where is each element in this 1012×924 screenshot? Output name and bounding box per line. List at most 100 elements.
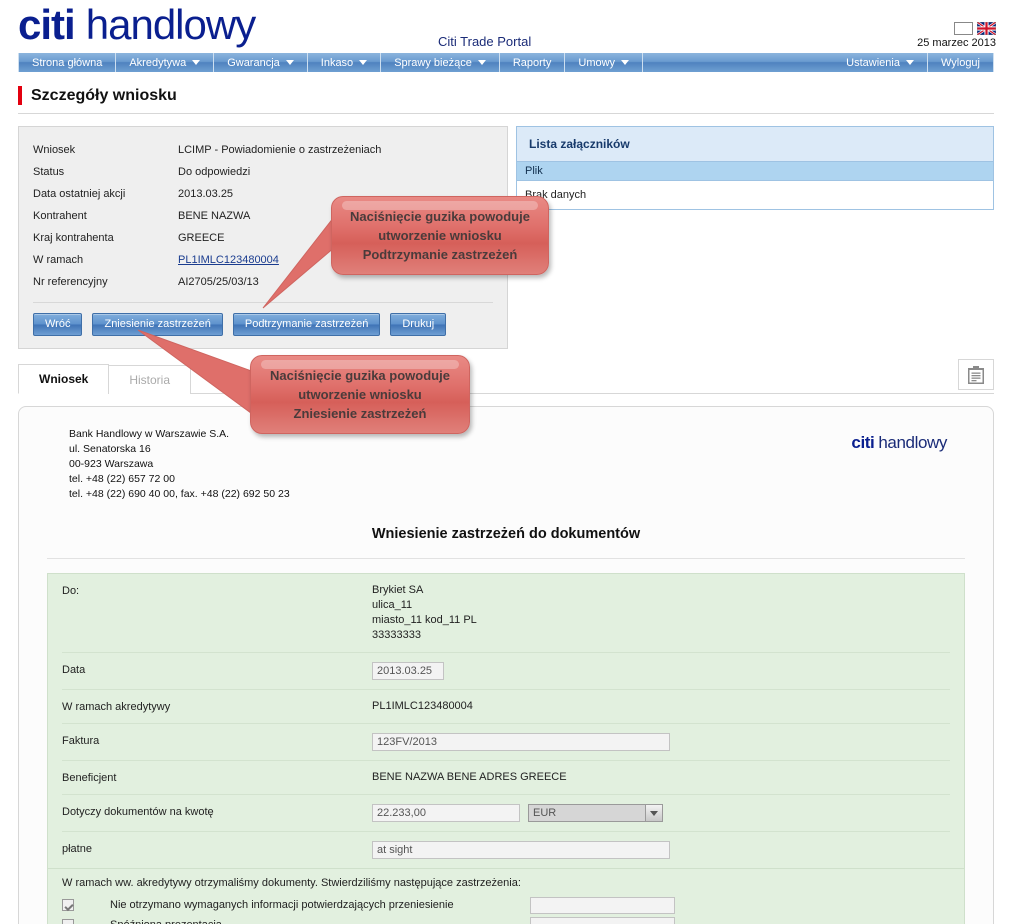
recipient-line: 33333333: [372, 629, 421, 641]
field-row-beneficiary: Beneficjent BENE NAZWA BENE ADRES GREECE: [62, 761, 950, 795]
discrepancy-input[interactable]: [530, 916, 675, 924]
detail-value-status: Do odpowiedzi: [178, 166, 251, 178]
document-logo: citi handlowy: [851, 427, 965, 453]
portal-title: Citi Trade Portal: [438, 34, 532, 49]
current-date: 25 marzec 2013: [917, 37, 996, 49]
nav-item-wyloguj[interactable]: Wyloguj: [928, 53, 994, 72]
nav-label: Gwarancja: [227, 56, 280, 69]
bank-address-line: tel. +48 (22) 657 72 00: [69, 473, 175, 485]
chevron-down-icon: [359, 60, 368, 65]
detail-value: 2013.03.25: [178, 188, 234, 200]
discrepancy-row: Nie otrzymano wymaganych informacji potw…: [62, 895, 950, 915]
field-label: płatne: [62, 843, 92, 855]
clipboard-button[interactable]: [958, 359, 994, 390]
document-title: Wniesienie zastrzeżeń do dokumentów: [47, 526, 965, 559]
citi-wordmark: citi: [851, 433, 875, 452]
handlowy-wordmark: handlowy: [85, 1, 256, 48]
discrepancy-checkbox[interactable]: [62, 899, 74, 911]
field-row-data: Data 2013.03.25: [62, 653, 950, 690]
nav-label: Umowy: [578, 56, 616, 69]
detail-row: Status Do odpowiedzi: [33, 161, 493, 183]
date-input[interactable]: 2013.03.25: [372, 662, 444, 680]
bank-address-line: 00-923 Warszawa: [69, 458, 154, 470]
detail-label: Data ostatniej akcji: [33, 188, 126, 200]
discrepancies-section: W ramach ww. akredytywy otrzymaliśmy dok…: [47, 869, 965, 924]
bank-address-line: tel. +48 (22) 690 40 00, fax. +48 (22) 6…: [69, 488, 290, 500]
flag-uk-icon[interactable]: [976, 20, 997, 37]
title-accent-bar: [18, 86, 22, 105]
currency-select[interactable]: EUR: [528, 804, 663, 822]
nav-item-strona-glowna[interactable]: Strona główna: [18, 53, 117, 72]
field-label: Do:: [62, 585, 80, 597]
detail-label: Nr referencyjny: [33, 276, 108, 288]
chevron-down-icon: [192, 60, 201, 65]
nav-item-ustawienia[interactable]: Ustawienia: [833, 53, 928, 72]
field-value-lc: PL1IMLC123480004: [372, 700, 473, 712]
discrepancies-intro: W ramach ww. akredytywy otrzymaliśmy dok…: [62, 877, 521, 889]
chevron-down-icon: [477, 60, 486, 65]
field-row-invoice: Faktura 123FV/2013: [62, 724, 950, 761]
flag-poland-icon[interactable]: [954, 22, 973, 35]
back-button[interactable]: Wróć: [33, 313, 83, 336]
field-label: Data: [62, 664, 86, 676]
detail-label: Kraj kontrahenta: [33, 232, 114, 244]
callout-uphold: Naciśnięcie guzika powoduje utworzenie w…: [331, 196, 549, 275]
chevron-down-icon: [905, 60, 914, 65]
field-row-lc: W ramach akredytywy PL1IMLC123480004: [62, 690, 950, 724]
page-title: Szczegóły wniosku: [31, 86, 177, 104]
main-navigation: Strona główna Akredytywa Gwarancja Inkas…: [18, 53, 994, 72]
handlowy-wordmark: handlowy: [878, 433, 947, 452]
detail-value: AI2705/25/03/13: [178, 276, 259, 288]
recipient-line: Brykiet SA: [372, 584, 424, 596]
nav-item-raporty[interactable]: Raporty: [500, 53, 566, 72]
field-label: Faktura: [62, 735, 100, 747]
invoice-input[interactable]: 123FV/2013: [372, 733, 670, 751]
discrepancy-input[interactable]: [530, 896, 675, 914]
detail-value: GREECE: [178, 232, 225, 244]
detail-label: Status: [33, 166, 65, 178]
nav-label: Wyloguj: [940, 56, 980, 69]
nav-item-gwarancja[interactable]: Gwarancja: [214, 53, 308, 72]
nav-label: Akredytywa: [129, 56, 187, 69]
detail-value: LCIMP - Powiadomienie o zastrzeżeniach: [178, 144, 382, 156]
nav-label: Raporty: [512, 56, 552, 69]
chevron-down-icon: [621, 60, 630, 65]
citi-handlowy-logo: citi handlowy: [18, 1, 256, 48]
clipboard-icon: [968, 365, 984, 384]
nav-item-sprawy-biezace[interactable]: Sprawy bieżące: [381, 53, 500, 72]
nav-item-akredytywa[interactable]: Akredytywa: [116, 53, 215, 72]
nav-item-inkaso[interactable]: Inkaso: [308, 53, 382, 72]
chevron-down-icon: [285, 60, 294, 65]
page-header: citi handlowy Citi Trade Portal 25 marze…: [0, 0, 1012, 53]
nav-item-umowy[interactable]: Umowy: [565, 53, 644, 72]
detail-label: Wniosek: [33, 144, 76, 156]
discrepancy-label: Nie otrzymano wymaganych informacji potw…: [110, 899, 454, 911]
field-label: W ramach akredytywy: [62, 701, 171, 713]
discrepancy-row: Spóźniona prezentacja: [62, 915, 950, 924]
print-button[interactable]: Drukuj: [390, 313, 447, 336]
language-flags: [954, 20, 997, 37]
field-row-payable: płatne at sight: [62, 832, 950, 868]
attachments-title: Lista załączników: [517, 127, 993, 162]
citi-wordmark: citi: [18, 1, 76, 48]
currency-select-arrow[interactable]: [646, 804, 663, 822]
field-value-recipient: Brykiet SA ulica_11 miasto_11 kod_11 PL …: [372, 583, 477, 643]
field-value-beneficiary: BENE NAZWA BENE ADRES GREECE: [372, 771, 567, 783]
chevron-down-icon: [650, 810, 658, 816]
amount-input[interactable]: 22.233,00: [372, 804, 520, 822]
payable-input[interactable]: at sight: [372, 841, 670, 859]
callout-waive: Naciśnięcie guzika powoduje utworzenie w…: [250, 355, 470, 434]
detail-row: Wniosek LCIMP - Powiadomienie o zastrzeż…: [33, 139, 493, 161]
tab-wniosek[interactable]: Wniosek: [18, 364, 110, 394]
document-fields: Do: Brykiet SA ulica_11 miasto_11 kod_11…: [47, 573, 965, 869]
field-row-do: Do: Brykiet SA ulica_11 miasto_11 kod_11…: [62, 574, 950, 653]
page-title-section: Szczegóły wniosku: [18, 86, 994, 114]
detail-label: Kontrahent: [33, 210, 87, 222]
attachments-empty-text: Brak danych: [517, 181, 993, 209]
currency-select-value: EUR: [528, 804, 646, 822]
recipient-line: miasto_11 kod_11 PL: [372, 614, 477, 626]
nav-label: Strona główna: [32, 56, 103, 69]
discrepancy-checkbox[interactable]: [62, 919, 74, 924]
detail-label: W ramach: [33, 254, 84, 266]
attachments-column-header: Plik: [517, 162, 993, 181]
